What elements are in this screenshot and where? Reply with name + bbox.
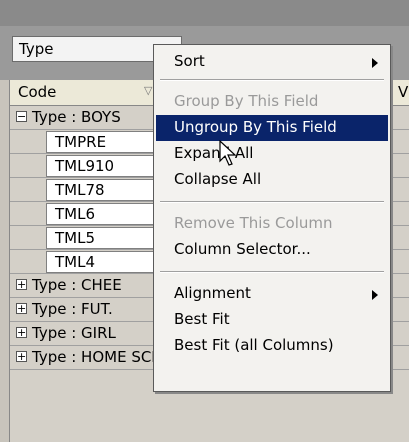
expand-icon[interactable]: +: [16, 279, 27, 290]
menu-item-ungroup-by-this-field[interactable]: Ungroup By This Field: [156, 115, 388, 141]
code-cell[interactable]: TML4: [46, 251, 170, 273]
menu-item-collapse-all[interactable]: Collapse All: [156, 167, 388, 193]
menu-item-best-fit[interactable]: Best Fit: [156, 307, 388, 333]
menu-item-alignment[interactable]: Alignment: [156, 281, 388, 307]
submenu-arrow-icon: [372, 58, 378, 68]
menu-separator: [160, 79, 384, 81]
group-row-label: Type : BOYS: [32, 108, 121, 126]
expand-icon[interactable]: +: [16, 351, 27, 362]
expand-icon[interactable]: +: [16, 327, 27, 338]
menu-item-label: Ungroup By This Field: [174, 118, 337, 136]
menu-item-label: Best Fit: [174, 310, 230, 328]
menu-item-label: Expand All: [174, 144, 254, 162]
top-toolbar-strip: [0, 0, 409, 26]
menu-item-label: Column Selector...: [174, 240, 311, 258]
code-cell[interactable]: TML5: [46, 227, 170, 249]
menu-item-label: Alignment: [174, 284, 251, 302]
menu-item-group-by-this-field: Group By This Field: [156, 89, 388, 115]
submenu-arrow-icon: [372, 290, 378, 300]
menu-item-remove-this-column: Remove This Column: [156, 211, 388, 237]
mouse-cursor-icon: [219, 140, 237, 166]
group-row-label: Type : FUT.: [32, 300, 113, 318]
menu-item-label: Group By This Field: [174, 92, 319, 110]
context-menu: Sort Group By This Field Ungroup By This…: [153, 44, 391, 392]
code-cell[interactable]: TML78: [46, 179, 170, 201]
column-header-v[interactable]: V: [398, 83, 408, 101]
menu-item-sort[interactable]: Sort: [156, 49, 388, 75]
column-header-label: Code: [18, 83, 57, 101]
code-cell[interactable]: TML6: [46, 203, 170, 225]
menu-separator: [160, 201, 384, 203]
filter-icon[interactable]: ▽: [144, 84, 152, 97]
row-indicator-column: [0, 80, 10, 442]
group-row-label: Type : CHEE: [32, 276, 122, 294]
menu-item-label: Sort: [174, 52, 205, 70]
menu-item-expand-all[interactable]: Expand All: [156, 141, 388, 167]
group-row-label: Type : GIRL: [32, 324, 116, 342]
expand-icon[interactable]: +: [16, 303, 27, 314]
menu-separator: [160, 271, 384, 273]
menu-item-label: Collapse All: [174, 170, 262, 188]
menu-item-best-fit-all-columns[interactable]: Best Fit (all Columns): [156, 333, 388, 359]
code-cell[interactable]: TMPRE: [46, 131, 170, 153]
menu-item-label: Best Fit (all Columns): [174, 336, 334, 354]
menu-item-column-selector[interactable]: Column Selector...: [156, 237, 388, 263]
code-cell[interactable]: TML910: [46, 155, 170, 177]
menu-item-label: Remove This Column: [174, 214, 333, 232]
collapse-icon[interactable]: −: [16, 111, 27, 122]
